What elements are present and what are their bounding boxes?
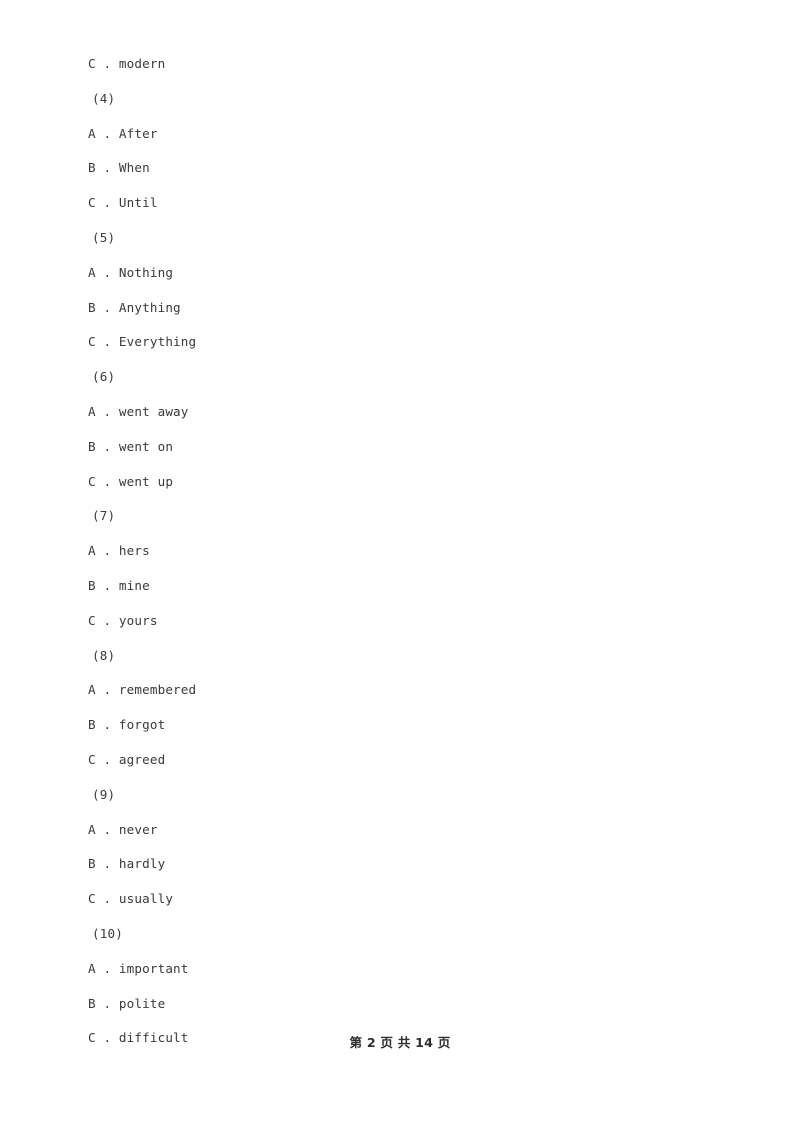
answer-option: A . never [88, 821, 158, 837]
answer-option: A . Nothing [88, 264, 174, 280]
answer-option: B . went on [88, 438, 174, 454]
answer-option: C . yours [88, 612, 158, 628]
answer-option: B . mine [88, 577, 150, 593]
question-number: (7) [92, 508, 116, 524]
answer-option: B . forgot [88, 717, 166, 733]
question-number: (6) [92, 369, 116, 385]
question-number: (5) [92, 229, 116, 245]
answer-option: B . polite [88, 995, 166, 1011]
answer-option: A . hers [88, 543, 150, 559]
document-page: C . modern (4) A . After B . When C . Until (… [0, 0, 800, 1132]
answer-option: B . When [88, 160, 150, 176]
answer-option: C . modern [88, 56, 166, 71]
answer-option: C . usually [88, 891, 174, 907]
answer-option: C . agreed [88, 751, 166, 767]
question-option-list: C . modern (4) A . After B . When C . Until (… [0, 47, 800, 1056]
answer-option: B . Anything [88, 299, 181, 315]
answer-option: A . remembered [88, 682, 197, 698]
answer-option: C . Until [88, 195, 158, 211]
question-number: (10) [92, 925, 123, 941]
answer-option: A . important [88, 960, 189, 976]
question-number: (4) [92, 90, 116, 106]
answer-option: B . hardly [88, 856, 166, 872]
question-number: (8) [92, 647, 116, 663]
answer-option: C . went up [88, 473, 174, 489]
answer-option: A . After [88, 125, 158, 141]
answer-option: C . Everything [88, 334, 197, 350]
answer-option: A . went away [88, 403, 189, 419]
question-number: (9) [92, 786, 116, 802]
page-footer: 第 2 页 共 14 页 [349, 1035, 451, 1050]
